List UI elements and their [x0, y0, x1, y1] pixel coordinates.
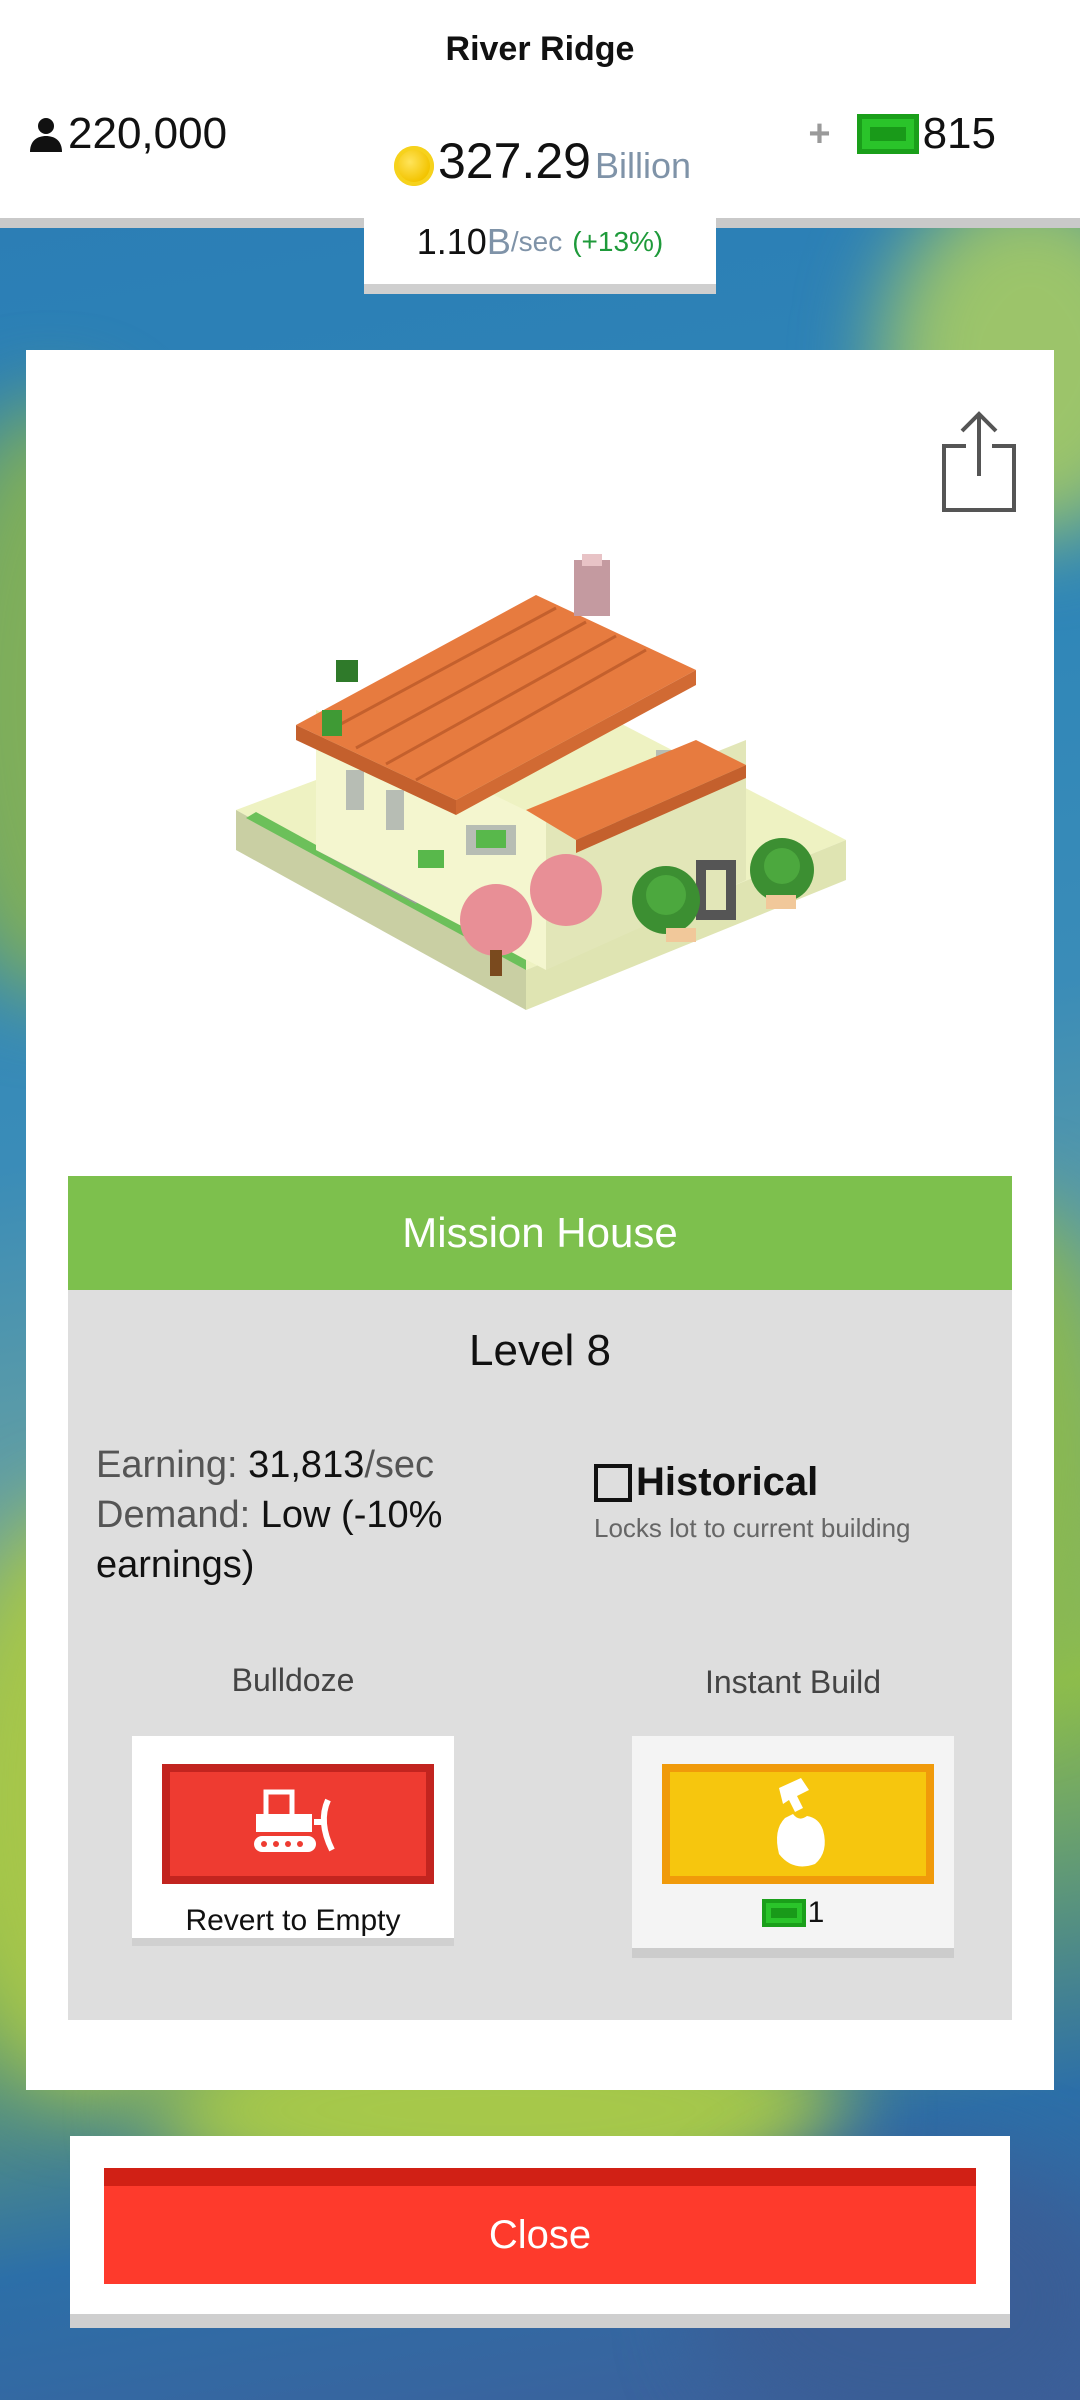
building-illustration	[236, 554, 846, 1010]
demand-label: Demand:	[96, 1494, 251, 1536]
building-name: Mission House	[402, 1209, 678, 1256]
bulldoze-label: Bulldoze	[231, 1662, 355, 1698]
cash-bill-icon	[856, 114, 919, 154]
rate-unit: B	[486, 221, 511, 262]
instant-build-button[interactable]	[662, 1764, 934, 1884]
person-icon	[30, 118, 62, 152]
hammer-hand-icon	[777, 1778, 825, 1867]
historical-checkbox[interactable]	[594, 1463, 632, 1502]
population-value: 220,000	[68, 109, 228, 158]
instant-build-label: Instant Build	[704, 1664, 882, 1700]
historical-row: Historical	[594, 1460, 954, 1505]
cash-value: 815	[922, 109, 996, 158]
cash-counter[interactable]: + 815	[808, 106, 996, 162]
bulldoze-button[interactable]	[162, 1764, 434, 1884]
bulldoze-caption: Revert to Empty	[185, 1904, 401, 1937]
building-stats: Earning: 31,813/sec Demand: Low (-10% ea…	[96, 1440, 496, 1590]
building-detail-card: Mission House Level 8 Earning: 31,813/se…	[26, 350, 1054, 2090]
instant-build-cost-value: 1	[807, 1896, 825, 1929]
cash-bill-icon	[761, 1899, 806, 1927]
rate-value: 1.10	[416, 221, 487, 262]
building-title-bar: Mission House	[68, 1176, 1012, 1290]
instant-build-cost: 1	[632, 1896, 954, 1930]
money-unit: Billion	[594, 145, 691, 186]
rate-change: (+13%)	[572, 226, 664, 257]
historical-label: Historical	[636, 1460, 819, 1504]
historical-toggle[interactable]: Historical Locks lot to current building	[594, 1460, 954, 1544]
close-button[interactable]: Close	[104, 2168, 976, 2284]
rate-per: /sec	[510, 226, 563, 257]
earning-label: Earning:	[96, 1444, 238, 1486]
bulldozer-icon	[254, 1789, 335, 1852]
share-icon[interactable]	[934, 406, 1024, 516]
income-rate-tab: 1.10 B /sec (+13%)	[364, 200, 716, 294]
coin-icon	[394, 146, 434, 186]
population-counter: 220,000	[28, 106, 227, 162]
money-counter: 327.29 Billion	[394, 132, 691, 190]
building-info-panel: Level 8 Earning: 31,813/sec Demand: Low …	[68, 1290, 1012, 2020]
bulldoze-card: Revert to Empty	[132, 1736, 454, 1946]
building-level: Level 8	[469, 1326, 611, 1375]
money-amount: 327.29	[438, 133, 591, 189]
close-button-label: Close	[488, 2212, 592, 2257]
instant-build-card: 1	[632, 1736, 954, 1958]
historical-description: Locks lot to current building	[594, 1513, 911, 1543]
add-cash-button[interactable]: +	[808, 113, 830, 156]
city-name: River Ridge	[445, 30, 635, 68]
earning-row: Earning: 31,813/sec	[96, 1440, 496, 1490]
earning-value: 31,813	[248, 1444, 365, 1486]
demand-row: Demand: Low (-10% earnings)	[96, 1490, 496, 1590]
earning-unit: /sec	[364, 1444, 435, 1486]
close-panel: Close	[70, 2136, 1010, 2328]
